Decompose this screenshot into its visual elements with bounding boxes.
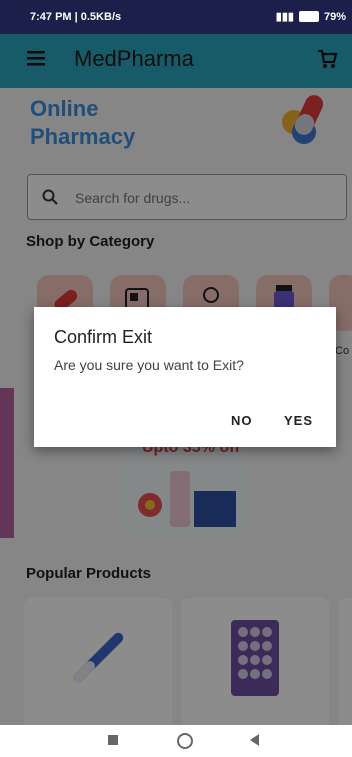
dialog-message: Are you sure you want to Exit? bbox=[54, 357, 244, 373]
status-time: 7:47 PM | 0.5KB/s bbox=[30, 11, 122, 23]
status-icons: ▮▮▮ 79% bbox=[275, 10, 346, 24]
confirm-exit-dialog: Confirm Exit Are you sure you want to Ex… bbox=[34, 307, 336, 447]
home-button[interactable] bbox=[177, 733, 193, 749]
recent-apps-button[interactable] bbox=[108, 735, 118, 745]
signal-icon: ▮▮▮ bbox=[275, 11, 294, 23]
dialog-title: Confirm Exit bbox=[54, 327, 153, 347]
no-button[interactable]: NO bbox=[231, 413, 253, 428]
yes-button[interactable]: YES bbox=[284, 413, 313, 428]
status-bar: 7:47 PM | 0.5KB/s ▮▮▮ 79% bbox=[0, 0, 352, 34]
battery-percent: 79% bbox=[323, 10, 346, 23]
battery-icon bbox=[298, 11, 319, 22]
back-button[interactable] bbox=[250, 734, 259, 746]
system-nav-bar bbox=[0, 725, 352, 757]
